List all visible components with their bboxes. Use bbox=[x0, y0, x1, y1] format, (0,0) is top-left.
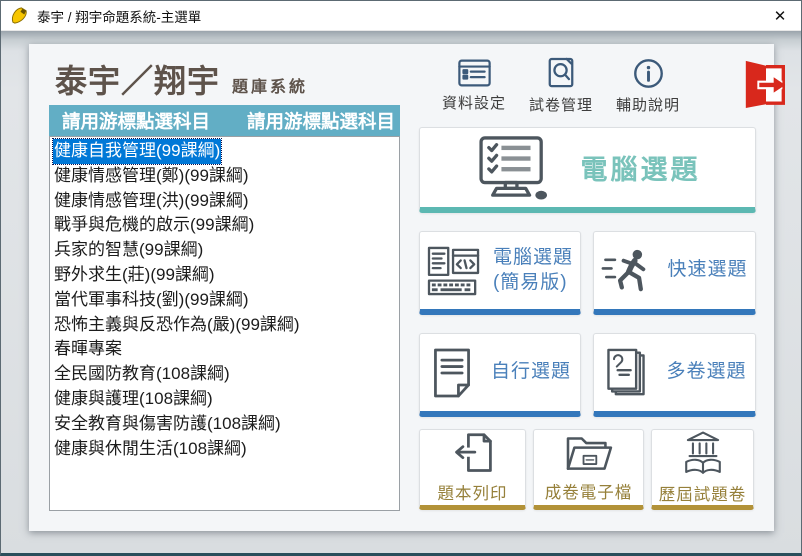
subject-list-item[interactable]: 春暉專案 bbox=[53, 337, 399, 362]
logo-main-text: 泰宇／翔宇 bbox=[55, 56, 220, 102]
print-booklet-button[interactable]: 題本列印 bbox=[419, 429, 526, 510]
exam-efile-button[interactable]: 成卷電子檔 bbox=[533, 429, 644, 510]
quick-select-button[interactable]: 快速選題 bbox=[593, 231, 756, 315]
multi-select-button[interactable]: 多卷選題 bbox=[593, 333, 756, 417]
yellow-pen-icon bbox=[10, 6, 29, 25]
subject-list-header-right: 請用游標點選科目 bbox=[247, 108, 395, 134]
computer-select-button[interactable]: 電腦選題 bbox=[419, 127, 756, 213]
subject-list-header-left: 請用游標點選科目 bbox=[62, 108, 210, 134]
subject-list-item[interactable]: 野外求生(莊)(99課綱) bbox=[53, 263, 399, 288]
button-label: 題本列印 bbox=[438, 480, 508, 504]
action-label: 資料設定 bbox=[442, 92, 506, 113]
exit-door-icon bbox=[741, 59, 791, 109]
title-bar: 泰宇 / 翔宇命題系統-主選單 ✕ bbox=[1, 1, 801, 31]
logo-sub-text: 題庫系統 bbox=[232, 73, 308, 97]
open-folder-icon bbox=[563, 433, 615, 475]
button-label: 歷屆試題卷 bbox=[659, 481, 747, 505]
exit-button[interactable] bbox=[741, 59, 791, 109]
button-label: 快速選題 bbox=[667, 258, 747, 283]
app-logo: 泰宇／翔宇 題庫系統 bbox=[55, 56, 308, 102]
main-panel: 泰宇／翔宇 題庫系統 請用游標點選科目 請用游標點選科目 健康自我管理(99課綱… bbox=[29, 44, 774, 531]
subject-list-item[interactable]: 健康與休閒生活(108課綱) bbox=[53, 437, 399, 462]
close-button[interactable]: ✕ bbox=[763, 1, 797, 30]
archive-building-book-icon bbox=[679, 430, 727, 477]
subject-list-item[interactable]: 戰爭與危機的啟示(99課綱) bbox=[53, 213, 399, 238]
subject-list-item[interactable]: 健康自我管理(99課綱) bbox=[53, 139, 399, 164]
subject-listbox[interactable]: 健康自我管理(99課綱)健康情感管理(鄭)(99課綱)健康情感管理(洪)(99課… bbox=[49, 136, 400, 511]
window-title: 泰宇 / 翔宇命題系統-主選單 bbox=[37, 6, 201, 26]
subject-list-item[interactable]: 當代軍事科技(劉)(99課綱) bbox=[53, 288, 399, 313]
action-label: 輔助說明 bbox=[616, 94, 680, 115]
subject-list-item[interactable]: 健康情感管理(洪)(99課綱) bbox=[53, 189, 399, 214]
keyboard-docs-icon bbox=[427, 246, 481, 296]
past-exams-button[interactable]: 歷屆試題卷 bbox=[651, 429, 754, 510]
subject-list-item[interactable]: 健康情感管理(鄭)(99課綱) bbox=[53, 164, 399, 189]
computer-select-simple-button[interactable]: 電腦選題 (簡易版) bbox=[419, 231, 581, 315]
subject-list-item[interactable]: 兵家的智慧(99課綱) bbox=[53, 238, 399, 263]
subject-list-item[interactable]: 恐怖主義與反恐作為(嚴)(99課綱) bbox=[53, 313, 399, 338]
data-settings-icon bbox=[458, 59, 491, 87]
button-label: 自行選題 bbox=[491, 360, 571, 385]
page-export-arrow-icon bbox=[450, 432, 496, 476]
client-area: 泰宇／翔宇 題庫系統 請用游標點選科目 請用游標點選科目 健康自我管理(99課綱… bbox=[1, 31, 801, 556]
action-data-settings[interactable]: 資料設定 bbox=[434, 59, 514, 113]
stacked-papers-icon bbox=[602, 346, 650, 400]
help-info-icon bbox=[633, 58, 664, 89]
subject-list-item[interactable]: 安全教育與傷害防護(108課綱) bbox=[53, 412, 399, 437]
computer-checklist-icon bbox=[475, 136, 555, 200]
exam-manage-icon bbox=[546, 57, 576, 89]
button-label: 電腦選題 bbox=[581, 148, 701, 187]
document-lines-icon bbox=[429, 347, 475, 399]
running-person-icon bbox=[601, 246, 653, 296]
subject-list-header: 請用游標點選科目 請用游標點選科目 bbox=[49, 105, 400, 136]
action-label: 試卷管理 bbox=[529, 94, 593, 115]
subject-list-item[interactable]: 全民國防教育(108課綱) bbox=[53, 362, 399, 387]
subject-list-item[interactable]: 健康與護理(108課綱) bbox=[53, 387, 399, 412]
action-exam-manage[interactable]: 試卷管理 bbox=[521, 57, 601, 115]
button-label: 電腦選題 (簡易版) bbox=[493, 246, 573, 295]
app-window: 泰宇 / 翔宇命題系統-主選單 ✕ 泰宇／翔宇 題庫系統 請用游標點選科目 請用… bbox=[0, 0, 802, 556]
button-label: 多卷選題 bbox=[666, 360, 746, 385]
self-select-button[interactable]: 自行選題 bbox=[419, 333, 581, 417]
button-label: 成卷電子檔 bbox=[545, 479, 633, 503]
action-help[interactable]: 輔助說明 bbox=[608, 58, 688, 115]
